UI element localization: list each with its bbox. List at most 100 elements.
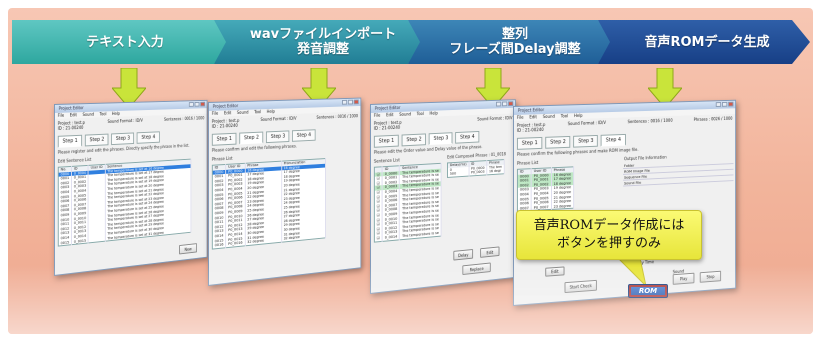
project-id: ID : 21-00240 (373, 124, 401, 131)
tab-step3[interactable]: Step 3 (111, 132, 135, 146)
menu-sound[interactable]: Sound (543, 114, 555, 120)
menu-help[interactable]: Help (112, 111, 120, 117)
table-body: 0000 P0_0000 16 degree 0001 P0_0001 17 degree… (517, 171, 574, 212)
step-rom-generation: 音声ROMデータ生成 (598, 20, 810, 64)
maximize-icon[interactable] (194, 101, 200, 107)
window-step2: Project Editor File Edit Sound Tool Help… (208, 97, 362, 286)
tab-step4[interactable]: Step 4 (292, 129, 316, 142)
table-cell: 16 degr (486, 168, 505, 175)
sound-group-label: Sound (672, 268, 685, 275)
edit-button[interactable]: Edit (480, 246, 500, 258)
window-step1: Project Editor File Edit Sound Tool Help… (54, 99, 208, 277)
rom-button[interactable]: ROM (628, 284, 668, 298)
window-step4: Project Editor File Edit Sound Tool Help… (513, 99, 737, 306)
step-label: テキスト入力 (86, 34, 164, 50)
sentence-count: Sentences : 0016 / 1000 (164, 115, 205, 122)
menu-help[interactable]: Help (574, 113, 583, 119)
rom-phrase-table[interactable]: ID User ID Phrase 0000 P0_0000 16 degree 00… (516, 166, 574, 213)
close-icon[interactable] (728, 101, 734, 107)
delay-button[interactable]: Delay (453, 249, 474, 261)
step-text-input: テキスト入力 (12, 20, 232, 64)
phrase-count: Phrases : 0026 / 1000 (693, 115, 733, 122)
table-cell: P0_0003 (468, 169, 487, 176)
table-body: 0000 0_0000 The temperature is set at 16 d… (58, 163, 191, 247)
table-body: ☑ 0_0000 The temperature is se ☑ 0_0001 The t… (374, 168, 442, 242)
menu-help[interactable]: Help (267, 109, 275, 115)
step4-body: Phrase List ID User ID Phrase 0000 P0_000… (514, 150, 735, 213)
start-check-button[interactable]: Start Check (564, 279, 597, 294)
new-button[interactable]: New (179, 243, 198, 255)
menu-sound[interactable]: Sound (399, 112, 411, 118)
menu-edit[interactable]: Edit (70, 112, 77, 118)
close-icon[interactable] (353, 99, 359, 105)
project-id: ID : 21-00240 (211, 122, 238, 129)
menu-file[interactable]: File (212, 111, 218, 117)
step-label: 音声ROMデータ生成 (644, 34, 770, 50)
table-cell: 0_0015 (71, 238, 89, 245)
step-label: 整列 フレーズ間Delay調整 (449, 27, 581, 57)
column-header[interactable]: User ID (88, 164, 105, 171)
callout-line: 音声ROMデータ作成には (533, 218, 685, 233)
sentence-table[interactable]: No. ID User ID Sentence 0000 0_0000 The te… (57, 158, 191, 247)
tab-step4[interactable]: Step 4 (137, 131, 160, 144)
table-cell: 0016 (212, 242, 226, 249)
tab-step2[interactable]: Step 2 (85, 133, 109, 147)
menu-tool[interactable]: Tool (254, 109, 261, 115)
step-label: wavファイルインポート 発音調整 (249, 27, 397, 57)
replace-button[interactable]: Replace (462, 262, 491, 276)
maximize-icon[interactable] (721, 101, 728, 107)
step-wav-import: wavファイルインポート 発音調整 (214, 20, 426, 64)
play-button[interactable]: Play (672, 272, 695, 285)
sentence-count: Sentences : 0016 / 1000 (627, 117, 673, 125)
step3-body: Sentence List ID Sentence ☑ 0_0000 The tem… (371, 149, 515, 243)
minimize-icon[interactable] (188, 102, 194, 107)
menu-edit[interactable]: Edit (224, 110, 231, 116)
menu-edit[interactable]: Edit (529, 114, 537, 120)
table-cell: ☑ (374, 235, 383, 242)
minimize-icon[interactable] (715, 102, 722, 107)
sound-format: Sound Format : ID/V (477, 115, 513, 122)
tab-step1[interactable]: Step 1 (373, 134, 399, 148)
sound-format: Sound Format : ID/V (107, 117, 143, 124)
project-id: ID : 21-00240 (57, 124, 84, 131)
minimize-icon[interactable] (342, 99, 348, 105)
menu-tool[interactable]: Tool (417, 111, 424, 117)
maximize-icon[interactable] (502, 101, 508, 107)
tab-step3[interactable]: Step 3 (573, 134, 599, 148)
tab-step2[interactable]: Step 2 (239, 131, 264, 145)
tab-step4[interactable]: Step 4 (455, 130, 479, 144)
tab-step1[interactable]: Step 1 (516, 136, 543, 150)
menu-tool[interactable]: Tool (100, 111, 107, 117)
callout-line: ボタンを押すのみ (556, 236, 661, 251)
stop-button[interactable]: Stop (699, 270, 722, 283)
table-cell: 500 (447, 170, 469, 178)
tab-step1[interactable]: Step 1 (57, 134, 83, 148)
table-cell (88, 236, 105, 244)
sentence-panel: Sentence List ID Sentence ☑ 0_0000 The tem… (371, 153, 444, 243)
composed-phrase-table[interactable]: Delay(ms) ID Phrase 0 P0_0000 The tem 500 P0… (447, 159, 505, 178)
maximize-icon[interactable] (347, 99, 353, 105)
menu-help[interactable]: Help (429, 111, 437, 117)
close-icon[interactable] (200, 101, 206, 107)
tab-step4[interactable]: Step 4 (601, 133, 626, 147)
tab-step2[interactable]: Step 2 (545, 135, 571, 149)
edit-button[interactable]: Edit (545, 266, 565, 277)
sentence-check-table[interactable]: ID Sentence ☑ 0_0000 The temperature is se… (373, 162, 442, 243)
menu-file[interactable]: File (58, 113, 64, 119)
menu-sound[interactable]: Sound (83, 112, 95, 118)
table-body: 0000 P0_0000 16 degree 16 degree 0001 P0_0001… (212, 163, 326, 249)
menu-file[interactable]: File (517, 115, 524, 121)
menu-edit[interactable]: Edit (386, 112, 393, 118)
minimize-icon[interactable] (495, 101, 502, 107)
tab-step3[interactable]: Step 3 (428, 132, 453, 145)
menu-sound[interactable]: Sound (237, 110, 249, 116)
phrase-table[interactable]: ID User ID Phrase Pronunciation 0000 P0_0… (211, 158, 326, 250)
workflow-illustration: テキスト入力 wavファイルインポート 発音調整 整列 フレーズ間Delay調整… (8, 8, 813, 334)
tab-step2[interactable]: Step 2 (401, 133, 427, 147)
step-arrange-delay: 整列 フレーズ間Delay調整 (408, 20, 616, 64)
menu-file[interactable]: File (374, 113, 380, 119)
tab-step1[interactable]: Step 1 (211, 132, 237, 146)
output-panel: Output File Information Folder ROM Image… (621, 150, 735, 208)
menu-tool[interactable]: Tool (561, 113, 568, 119)
tab-step3[interactable]: Step 3 (266, 130, 290, 144)
